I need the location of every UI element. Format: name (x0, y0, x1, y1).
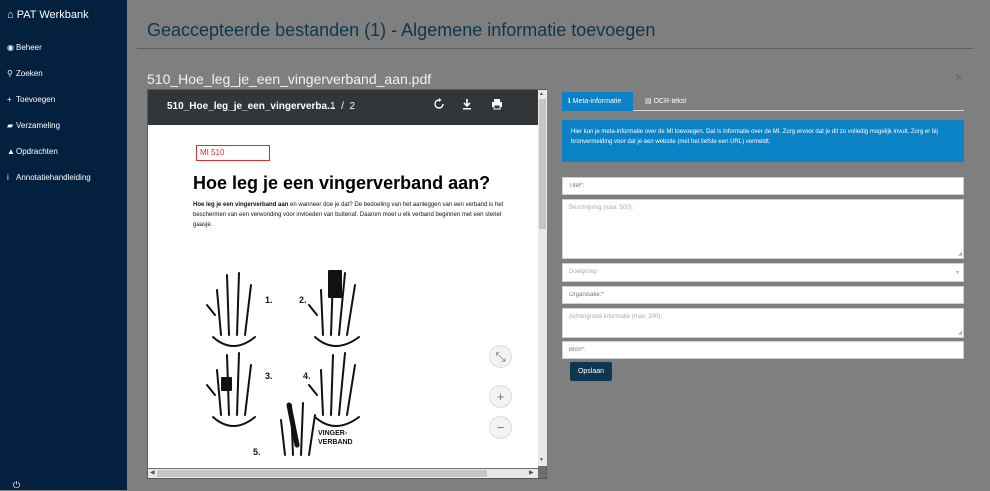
pdf-page-separator: / (341, 101, 344, 112)
sidebar-item-beheer[interactable]: ◉ Beheer (7, 43, 42, 52)
background-field[interactable]: Achtergrond-informatie (max. 200): ◢ (562, 308, 964, 338)
sidebar-item-zoeken[interactable]: ⚲ Zoeken (7, 69, 43, 78)
finger-bandage-illustration: 1. 2. 3. 4. 5. VINGER- VERBAND (206, 270, 360, 457)
scroll-up-icon[interactable]: ▲ (539, 91, 544, 97)
scroll-down-icon[interactable]: ▼ (539, 457, 544, 463)
rotate-icon[interactable] (433, 98, 445, 113)
dashboard-icon: ◉ (7, 43, 14, 52)
zoom-out-icon: − (496, 420, 505, 435)
scroll-thumb[interactable] (157, 470, 487, 477)
tab-label: Meta-informatie (572, 98, 622, 105)
figure-caption-verband: VERBAND (318, 439, 353, 446)
figure-label-3: 3. (265, 371, 273, 381)
sidebar-item-label: Annotatiehandleiding (16, 173, 91, 182)
book-icon: ▰ (7, 121, 14, 130)
page-title: Geaccepteerde bestanden (1) - Algemene i… (147, 20, 656, 40)
power-icon[interactable]: ⏻ (13, 480, 20, 491)
resize-grip-icon[interactable]: ◢ (958, 251, 962, 257)
doc-paragraph-bold: Hoe leg je een vingerverband aan (193, 202, 289, 208)
tab-ocr-tekst[interactable]: ▤ OCR-tekst (639, 92, 699, 111)
sidebar-item-label: Opdrachten (16, 147, 58, 156)
sidebar: ⌂ PAT Werkbank ◉ Beheer ⚲ Zoeken + Toevoege… (0, 0, 127, 490)
brand-label: PAT Werkbank (16, 9, 89, 21)
file-icon: ▤ (645, 98, 652, 105)
home-icon: ⌂ (7, 9, 14, 21)
pdf-vertical-scrollbar[interactable]: ▲ ▼ (538, 90, 547, 466)
figure-label-2: 2. (299, 295, 307, 305)
mi-label: MI 510 (196, 145, 270, 161)
info-alert: Hier kun je meta-informatie over de MI t… (562, 120, 964, 162)
modal-title: 510_Hoe_leg_je_een_vingerverband_aan.pdf (147, 71, 432, 87)
pdf-toolbar: 510_Hoe_leg_je_een_vingerverba... 1 / 2 (148, 90, 538, 125)
doc-heading: Hoe leg je een vingerverband aan? (193, 173, 491, 193)
title-field[interactable] (562, 177, 964, 195)
sidebar-item-label: Zoeken (16, 69, 43, 78)
download-icon[interactable] (461, 98, 473, 113)
figure-label-5: 5. (253, 447, 261, 457)
audience-placeholder: Doelgroep (569, 269, 597, 275)
zoom-in-button[interactable]: + (489, 385, 512, 408)
pdf-page: MI 510 Hoe leg je een vingerverband aan?… (148, 125, 538, 468)
pdf-viewer[interactable]: 510_Hoe_leg_je_een_vingerverba... 1 / 2 … (147, 89, 547, 479)
sidebar-item-toevoegen[interactable]: + Toevoegen (7, 95, 55, 104)
scroll-thumb[interactable] (539, 99, 546, 229)
pdf-page-total: 2 (349, 101, 356, 112)
header-divider (137, 48, 973, 49)
scroll-left-icon[interactable]: ◀ (150, 469, 155, 476)
sidebar-item-verzameling[interactable]: ▰ Verzameling (7, 121, 60, 130)
organisation-field[interactable] (562, 286, 964, 304)
pdf-filename: 510_Hoe_leg_je_een_vingerverba... (167, 101, 336, 112)
zoom-out-button[interactable]: − (489, 416, 512, 439)
figure-label-4: 4. (303, 371, 311, 381)
description-field[interactable]: Beschrijving (max. 500): ◢ (562, 199, 964, 259)
brand[interactable]: ⌂ PAT Werkbank (7, 9, 89, 21)
sidebar-item-opdrachten[interactable]: ▲Opdrachten (7, 147, 58, 156)
tab-bar: ℹ Meta-informatie ▤ OCR-tekst (562, 92, 964, 111)
graduation-cap-icon: ▲ (7, 147, 15, 156)
fit-page-icon: ⤡ (495, 349, 506, 364)
pdf-page-indicator: 1 / 2 (330, 101, 355, 112)
scroll-right-icon[interactable]: ▶ (529, 469, 534, 476)
tab-meta-informatie[interactable]: ℹ Meta-informatie (562, 92, 633, 111)
audience-select[interactable]: Doelgroep ▾ (562, 263, 964, 282)
resize-grip-icon[interactable]: ◢ (958, 330, 962, 336)
background-placeholder: Achtergrond-informatie (max. 200): (569, 314, 663, 320)
pdf-page-current[interactable]: 1 (330, 101, 336, 112)
sidebar-item-annotatiehandleiding[interactable]: i Annotatiehandleiding (7, 173, 91, 182)
figure-label-1: 1. (265, 295, 273, 305)
info-icon: ℹ (568, 98, 571, 105)
plus-icon: + (7, 95, 12, 104)
sidebar-item-label: Toevoegen (16, 95, 56, 104)
doc-paragraph: Hoe leg je een vingerverband aan en wann… (193, 200, 513, 230)
search-icon: ⚲ (7, 69, 13, 78)
source-field[interactable] (562, 341, 964, 359)
fit-page-button[interactable]: ⤡ (489, 345, 512, 368)
zoom-in-icon: + (496, 389, 505, 404)
figure-caption-vinger: VINGER- (318, 430, 348, 437)
tab-label: OCR-tekst (653, 98, 687, 105)
description-placeholder: Beschrijving (max. 500): (569, 205, 634, 211)
chevron-down-icon: ▾ (955, 270, 959, 276)
save-button[interactable]: Opslaan (570, 362, 612, 381)
close-button[interactable]: × (955, 69, 963, 85)
info-icon: i (7, 173, 9, 182)
sidebar-item-label: Beheer (16, 43, 42, 52)
pdf-horizontal-scrollbar[interactable]: ◀ ▶ (148, 469, 538, 478)
sidebar-item-label: Verzameling (16, 121, 61, 130)
print-icon[interactable] (491, 98, 503, 113)
